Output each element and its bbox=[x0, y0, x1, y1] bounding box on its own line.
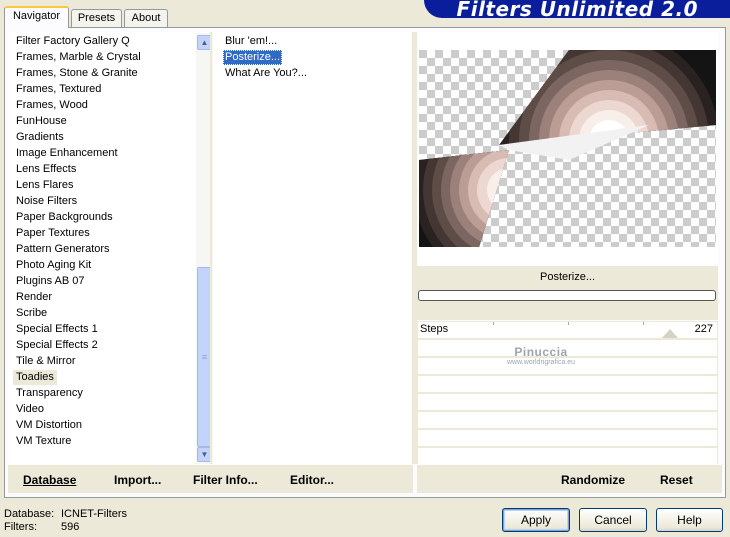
category-item[interactable]: Pattern Generators bbox=[16, 242, 110, 257]
title-banner: Filters Unlimited 2.0 bbox=[424, 0, 730, 18]
window-title: Filters Unlimited 2.0 bbox=[456, 0, 698, 18]
category-item[interactable]: Frames, Stone & Granite bbox=[16, 66, 138, 81]
category-list[interactable]: Filter Factory Gallery Q Frames, Marble &… bbox=[8, 32, 213, 464]
category-item[interactable]: Plugins AB 07 bbox=[16, 274, 85, 289]
filter-info-link[interactable]: Filter Info... bbox=[193, 473, 258, 487]
import-link[interactable]: Import... bbox=[114, 473, 161, 487]
slider-tick bbox=[568, 322, 569, 325]
parameter-row-empty bbox=[418, 430, 717, 446]
category-item[interactable]: Paper Textures bbox=[16, 226, 90, 241]
preview-image[interactable] bbox=[419, 50, 716, 247]
category-item[interactable]: Image Enhancement bbox=[16, 146, 118, 161]
parameter-row-empty bbox=[418, 448, 717, 464]
steps-value: 227 bbox=[694, 323, 713, 335]
database-status-label: Database: bbox=[4, 508, 55, 520]
category-item[interactable]: Photo Aging Kit bbox=[16, 258, 91, 273]
reset-link[interactable]: Reset bbox=[660, 473, 693, 487]
category-item[interactable]: VM Texture bbox=[16, 434, 71, 449]
preview-area bbox=[417, 32, 718, 265]
watermark-line1: Pinuccia bbox=[514, 345, 568, 359]
editor-link[interactable]: Editor... bbox=[290, 473, 334, 487]
category-item[interactable]: Lens Effects bbox=[16, 162, 76, 177]
category-item[interactable]: Special Effects 1 bbox=[16, 322, 98, 337]
cancel-button[interactable]: Cancel bbox=[579, 508, 647, 532]
progress-bar bbox=[418, 290, 716, 301]
category-item[interactable]: Transparency bbox=[16, 386, 83, 401]
slider-tick bbox=[493, 322, 494, 325]
filter-item[interactable]: Posterize... bbox=[223, 50, 283, 65]
chevron-up-icon: ▲ bbox=[200, 38, 209, 47]
apply-button[interactable]: Apply bbox=[502, 508, 570, 532]
category-item[interactable]: Paper Backgrounds bbox=[16, 210, 113, 225]
left-action-bar: Database Import... Filter Info... Editor… bbox=[8, 465, 413, 493]
category-item[interactable]: Scribe bbox=[16, 306, 47, 321]
category-item[interactable]: Video bbox=[16, 402, 44, 417]
filters-status-label: Filters: bbox=[4, 521, 37, 533]
parameter-row-empty bbox=[418, 376, 717, 392]
category-item[interactable]: Render bbox=[16, 290, 52, 305]
parameter-area: Steps 227 Pinuccia www.worldrigrafica.eu bbox=[417, 321, 718, 464]
randomize-link[interactable]: Randomize bbox=[561, 473, 625, 487]
category-item[interactable]: FunHouse bbox=[16, 114, 67, 129]
grip-icon: ≡ bbox=[201, 352, 208, 362]
database-status-value: ICNET-Filters bbox=[61, 508, 127, 520]
category-item[interactable]: Frames, Wood bbox=[16, 98, 88, 113]
parameter-row-empty bbox=[418, 412, 717, 428]
filter-list[interactable]: Blur 'em!... Posterize... What Are You?... bbox=[213, 32, 411, 464]
filter-item[interactable]: Blur 'em!... bbox=[223, 34, 279, 49]
steps-slider[interactable]: Steps 227 bbox=[418, 322, 717, 338]
category-item[interactable]: Frames, Marble & Crystal bbox=[16, 50, 141, 65]
list-divider bbox=[210, 32, 212, 464]
category-item[interactable]: Gradients bbox=[16, 130, 64, 145]
tab-presets[interactable]: Presets bbox=[71, 9, 122, 27]
database-link[interactable]: Database bbox=[23, 473, 76, 487]
watermark: Pinuccia www.worldrigrafica.eu bbox=[507, 345, 575, 366]
category-item[interactable]: Special Effects 2 bbox=[16, 338, 98, 353]
help-button[interactable]: Help bbox=[656, 508, 723, 532]
parameter-row-empty bbox=[418, 394, 717, 410]
current-filter-label: Posterize... bbox=[539, 271, 596, 283]
filter-item[interactable]: What Are You?... bbox=[223, 66, 309, 81]
category-item[interactable]: Tile & Mirror bbox=[16, 354, 75, 369]
category-item[interactable]: VM Distortion bbox=[16, 418, 82, 433]
category-item[interactable]: Toadies bbox=[13, 370, 57, 385]
chevron-down-icon: ▼ bbox=[200, 450, 209, 459]
right-action-bar: Randomize Reset bbox=[417, 465, 722, 493]
category-item[interactable]: Lens Flares bbox=[16, 178, 73, 193]
category-item[interactable]: Filter Factory Gallery Q bbox=[16, 34, 130, 49]
steps-label: Steps bbox=[420, 323, 449, 335]
slider-tick bbox=[643, 322, 644, 325]
tab-navigator[interactable]: Navigator bbox=[4, 6, 69, 28]
category-item[interactable]: Frames, Textured bbox=[16, 82, 101, 97]
category-item[interactable]: Noise Filters bbox=[16, 194, 77, 209]
filters-status-value: 596 bbox=[61, 521, 80, 533]
tab-about[interactable]: About bbox=[124, 9, 168, 27]
filter-name-bar: Posterize... bbox=[417, 266, 718, 320]
watermark-line2: www.worldrigrafica.eu bbox=[507, 359, 576, 366]
slider-thumb[interactable] bbox=[662, 329, 678, 338]
